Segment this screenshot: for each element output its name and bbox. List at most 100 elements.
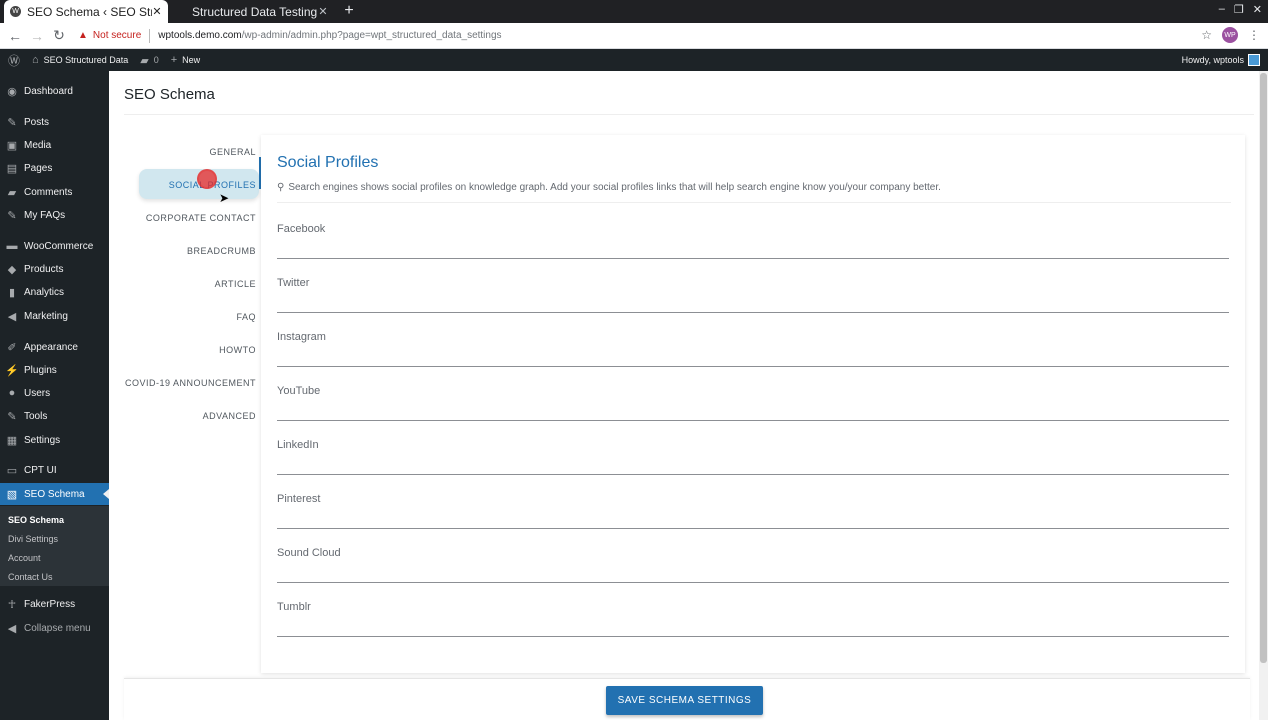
sidebar-item-comments[interactable]: ▰ Comments — [0, 181, 109, 203]
url-divider — [149, 28, 151, 43]
menu-dots-icon[interactable]: ⋮ — [1248, 28, 1260, 42]
sidebar-item-products[interactable]: ◆ Products — [0, 258, 109, 280]
users-icon: ● — [8, 387, 16, 399]
sidebar-item-fakerpress[interactable]: ☥ FakerPress — [0, 593, 109, 615]
sidebar-item-analytics[interactable]: ▮ Analytics — [0, 281, 109, 303]
comments-link[interactable]: ▰ 0 — [140, 54, 158, 67]
wordpress-favicon-icon: W — [10, 6, 21, 17]
tab-covid-19-announcement[interactable]: COVID-19 ANNOUNCEMENT — [125, 378, 256, 388]
address-bar: ← → ↻ ▲ Not secure wptools.demo.com/wp-a… — [0, 23, 1268, 49]
woocommerce-icon: ▬ — [6, 240, 18, 252]
main-content: SEO Schema GENERAL SOCIAL PROFILES CORPO… — [109, 71, 1268, 720]
facebook-field: Facebook — [277, 223, 1229, 263]
tab-article[interactable]: ARTICLE — [215, 279, 256, 289]
sidebar-item-tools[interactable]: ✎ Tools — [0, 405, 109, 427]
browser-tab-inactive[interactable]: Structured Data Testing ✕ — [170, 0, 334, 23]
submenu-item-seo-schema[interactable]: SEO Schema — [8, 515, 64, 525]
profile-avatar[interactable]: WP — [1222, 27, 1238, 43]
admin-sidebar: ◉ Dashboard ✎ Posts ▣ Media ▤ Pages ▰ Comment… — [0, 71, 109, 720]
sidebar-item-label: Collapse menu — [24, 622, 91, 634]
sidebar-item-media[interactable]: ▣ Media — [0, 134, 109, 156]
field-label: Instagram — [277, 331, 326, 343]
star-icon[interactable]: ☆ — [1201, 28, 1212, 42]
sidebar-item-seo-schema[interactable]: ▧ SEO Schema — [0, 483, 109, 505]
close-tab-icon[interactable]: ✕ — [318, 5, 328, 18]
sidebar-item-settings[interactable]: ▦ Settings — [0, 429, 109, 451]
tab-title: SEO Schema ‹ SEO Struc — [27, 4, 152, 19]
site-name-link[interactable]: ⌂ SEO Structured Data — [32, 54, 128, 66]
click-indicator — [197, 169, 217, 189]
tumblr-input[interactable] — [277, 621, 1229, 637]
twitter-input[interactable] — [277, 297, 1229, 313]
sidebar-item-label: SEO Schema — [24, 488, 85, 500]
back-arrow-icon[interactable]: ← — [4, 28, 26, 44]
sound-cloud-input[interactable] — [277, 567, 1229, 583]
plus-icon: + — [170, 54, 178, 66]
mouse-cursor-icon: ➤ — [219, 191, 230, 205]
pinterest-field: Pinterest — [277, 493, 1229, 533]
browser-tab-active[interactable]: W SEO Schema ‹ SEO Struc ✕ — [4, 0, 168, 23]
scrollbar[interactable] — [1259, 71, 1268, 720]
panel-description: ⚲ Search engines shows social profiles o… — [277, 182, 941, 193]
tab-breadcrumb[interactable]: BREADCRUMB — [187, 246, 256, 256]
sidebar-item-users[interactable]: ● Users — [0, 382, 109, 404]
minimize-icon[interactable]: – — [1219, 3, 1225, 16]
new-tab-button[interactable]: + — [340, 2, 358, 20]
youtube-input[interactable] — [277, 405, 1229, 421]
field-label: Facebook — [277, 223, 326, 235]
scrollbar-thumb[interactable] — [1260, 73, 1267, 663]
submenu-item-divi-settings[interactable]: Divi Settings — [8, 534, 58, 544]
facebook-input[interactable] — [277, 243, 1229, 259]
url-field[interactable]: wptools.demo.com/wp-admin/admin.php?page… — [158, 30, 501, 41]
sidebar-item-label: Tools — [24, 410, 48, 422]
tab-faq[interactable]: FAQ — [236, 312, 256, 322]
tab-general[interactable]: GENERAL — [209, 147, 256, 157]
security-indicator[interactable]: ▲ Not secure — [78, 30, 141, 41]
sidebar-item-posts[interactable]: ✎ Posts — [0, 111, 109, 133]
submenu-item-account[interactable]: Account — [8, 553, 41, 563]
collapse-menu-button[interactable]: ◀ Collapse menu — [0, 617, 109, 639]
sidebar-item-pages[interactable]: ▤ Pages — [0, 157, 109, 179]
plugin-icon: ⚡ — [5, 364, 19, 377]
new-content-link[interactable]: + New — [171, 54, 200, 66]
field-label: Tumblr — [277, 601, 311, 613]
sidebar-item-label: FakerPress — [24, 598, 76, 610]
sidebar-item-appearance[interactable]: ✐ Appearance — [0, 336, 109, 358]
save-schema-settings-button[interactable]: SAVE SCHEMA SETTINGS — [606, 686, 763, 715]
close-tab-icon[interactable]: ✕ — [152, 5, 162, 18]
tab-title: Structured Data Testing — [192, 4, 318, 19]
linkedin-input[interactable] — [277, 459, 1229, 475]
sidebar-item-my-faqs[interactable]: ✎ My FAQs — [0, 204, 109, 226]
comment-icon: ▰ — [7, 186, 17, 199]
window-controls: – ❐ ✕ — [1219, 3, 1262, 16]
comment-icon: ▰ — [140, 54, 149, 67]
tab-howto[interactable]: HOWTO — [219, 345, 256, 355]
sidebar-item-woocommerce[interactable]: ▬ WooCommerce — [0, 235, 109, 257]
maximize-icon[interactable]: ❐ — [1234, 3, 1244, 16]
sidebar-item-label: WooCommerce — [24, 240, 94, 252]
sidebar-item-marketing[interactable]: ◀ Marketing — [0, 305, 109, 327]
sidebar-item-cpt-ui[interactable]: ▭ CPT UI — [0, 459, 109, 481]
tab-advanced[interactable]: ADVANCED — [203, 411, 256, 421]
sidebar-item-label: Plugins — [24, 364, 57, 376]
close-window-icon[interactable]: ✕ — [1253, 3, 1262, 16]
sidebar-item-label: Posts — [24, 116, 50, 128]
account-menu[interactable]: Howdy, wptools — [1182, 54, 1260, 66]
submenu-item-contact-us[interactable]: Contact Us — [8, 572, 53, 582]
sidebar-item-label: CPT UI — [24, 464, 57, 476]
collapse-icon: ◀ — [7, 622, 17, 635]
media-icon: ▣ — [6, 139, 18, 152]
tab-corporate-contact[interactable]: CORPORATE CONTACT — [146, 213, 256, 223]
forward-arrow-icon[interactable]: → — [26, 28, 48, 44]
sidebar-item-dashboard[interactable]: ◉ Dashboard — [0, 80, 109, 102]
analytics-icon: ▮ — [8, 286, 16, 299]
sidebar-item-plugins[interactable]: ⚡ Plugins — [0, 359, 109, 381]
dashboard-icon: ◉ — [7, 85, 17, 98]
wordpress-logo-icon[interactable]: Ⓦ — [8, 52, 20, 69]
field-label: Twitter — [277, 277, 310, 289]
reload-icon[interactable]: ↻ — [48, 27, 70, 44]
wrench-icon: ✎ — [7, 410, 17, 423]
instagram-input[interactable] — [277, 351, 1229, 367]
products-icon: ◆ — [7, 263, 17, 276]
pinterest-input[interactable] — [277, 513, 1229, 529]
